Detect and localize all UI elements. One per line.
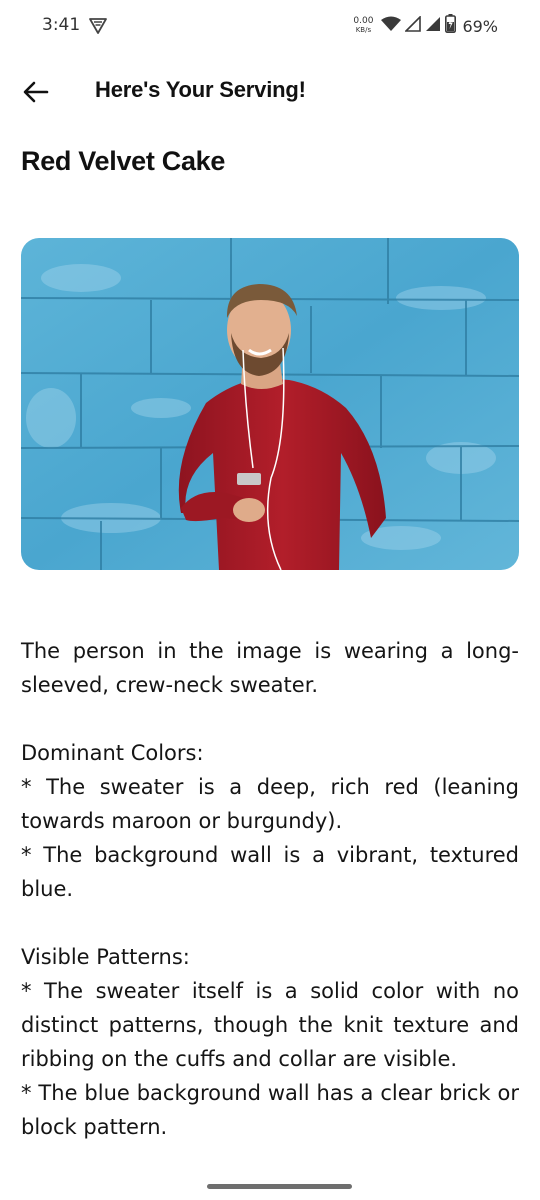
patterns-heading: Visible Patterns: (21, 945, 190, 969)
patterns-item-2: * The blue background wall has a clear b… (21, 1081, 519, 1139)
home-indicator[interactable] (207, 1184, 352, 1189)
item-title: Red Velvet Cake (21, 146, 226, 176)
colors-item-2: * The background wall is a vibrant, text… (21, 843, 519, 901)
network-speed-value: 0.00 (353, 16, 374, 26)
network-speed: 0.00 KB/s (353, 17, 373, 35)
battery-charging-icon (445, 14, 457, 38)
app-bar: Here's Your Serving! (0, 66, 540, 116)
page-title: Here's Your Serving! (95, 77, 306, 102)
status-indicators: 0.00 KB/s 69% (353, 14, 498, 38)
status-time: 3:41 (42, 15, 81, 35)
item-photo (21, 238, 519, 570)
arrow-left-icon (23, 81, 49, 103)
status-bar: 3:41 0.00 KB/s 69% (0, 0, 540, 52)
vpn-shield-icon (88, 16, 108, 36)
description-intro: The person in the image is wearing a lon… (21, 639, 519, 697)
signal-sim1-icon (404, 14, 422, 37)
item-description: The person in the image is wearing a lon… (21, 634, 519, 1144)
back-button[interactable] (20, 76, 52, 108)
signal-sim2-icon (425, 16, 441, 37)
patterns-item-1: * The sweater itself is a solid color wi… (21, 979, 519, 1071)
colors-heading: Dominant Colors: (21, 741, 204, 765)
colors-item-1: * The sweater is a deep, rich red (leani… (21, 775, 519, 833)
wifi-icon (381, 16, 402, 37)
network-speed-unit: KB/s (355, 26, 372, 34)
battery-percent: 69% (462, 16, 498, 36)
